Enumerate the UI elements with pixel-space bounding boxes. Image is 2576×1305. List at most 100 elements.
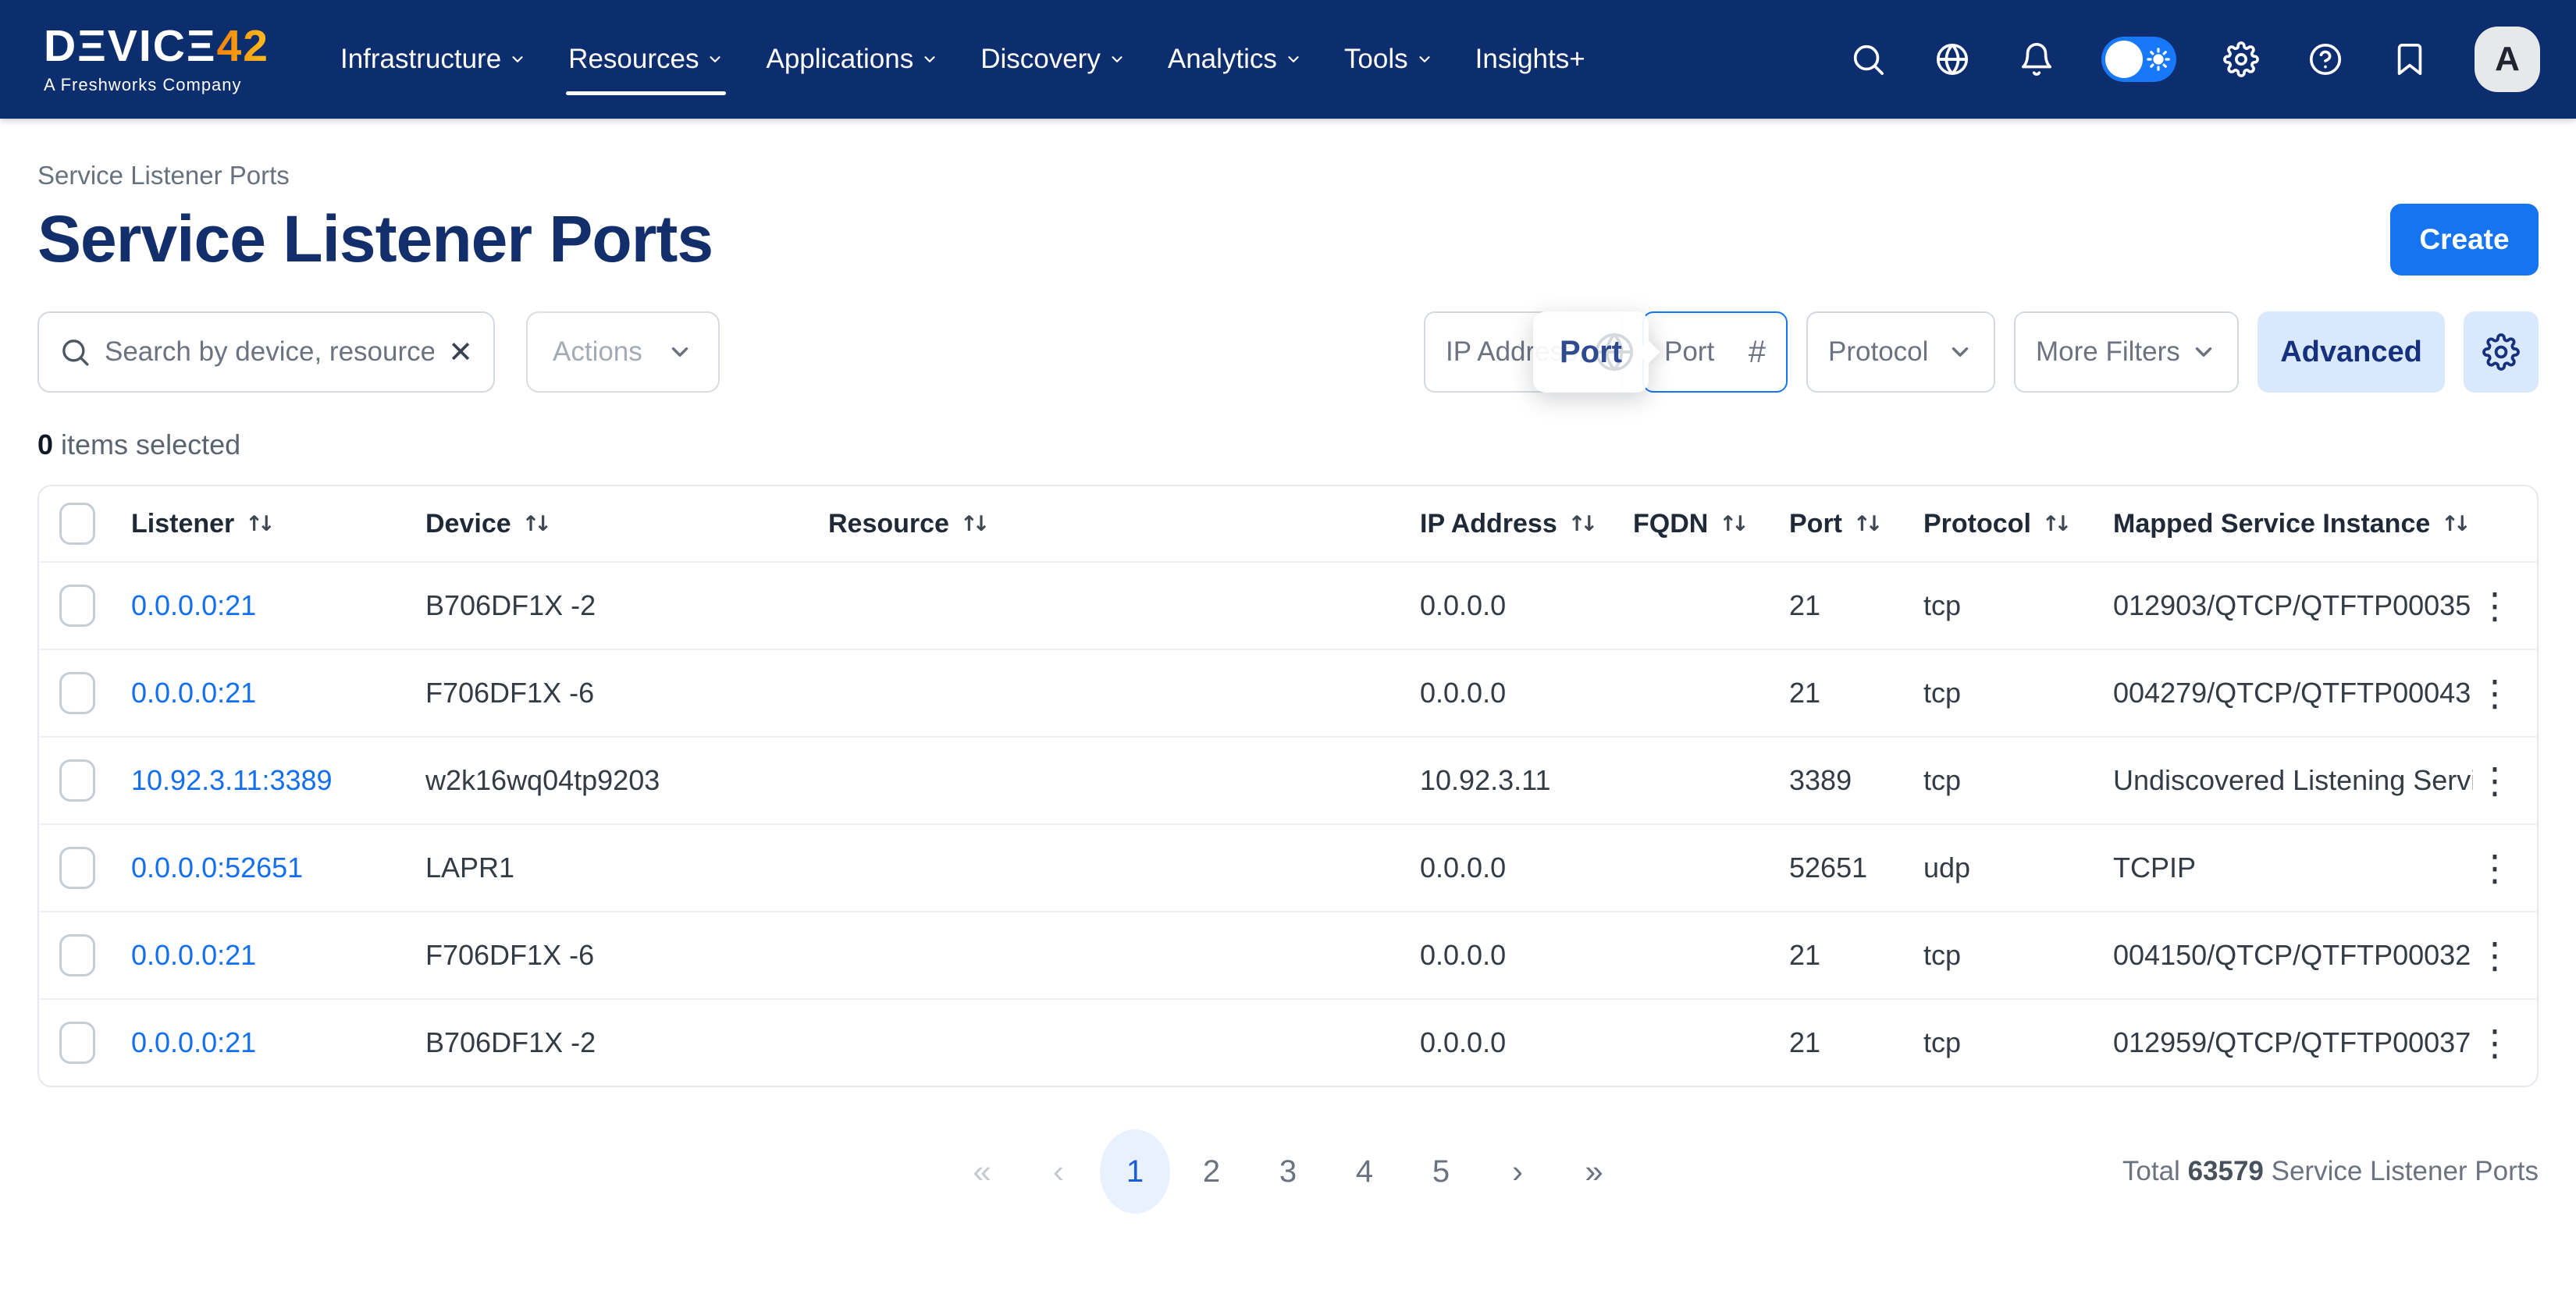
user-avatar[interactable]: A — [2475, 27, 2540, 92]
column-header-listener[interactable]: Listener↑↓ — [131, 509, 425, 539]
sort-icon: ↑↓ — [960, 512, 990, 536]
protocol-cell: tcp — [1923, 764, 2113, 797]
device42-logo[interactable]: DΞVICΞ42 A Freshworks Company — [44, 24, 269, 95]
table-settings-button[interactable] — [2464, 311, 2539, 393]
protocol-label: Protocol — [1828, 336, 1928, 368]
row-checkbox[interactable] — [59, 1022, 95, 1064]
protocol-dropdown[interactable]: Protocol — [1806, 311, 1995, 393]
pagination-page-5[interactable]: 5 — [1403, 1129, 1479, 1214]
row-menu-kebab-icon[interactable]: ⋮ — [2477, 763, 2513, 798]
protocol-cell: tcp — [1923, 677, 2113, 709]
menu-item-discovery[interactable]: Discovery — [959, 0, 1147, 119]
breadcrumb[interactable]: Service Listener Ports — [37, 161, 290, 190]
pagination-first-button[interactable]: « — [944, 1129, 1020, 1214]
more-filters-dropdown[interactable]: More Filters — [2014, 311, 2239, 393]
row-menu-kebab-icon[interactable]: ⋮ — [2477, 850, 2513, 886]
column-header-resource[interactable]: Resource↑↓ — [828, 509, 1420, 539]
menu-item-applications[interactable]: Applications — [745, 0, 959, 119]
clear-search-icon[interactable]: ✕ — [448, 335, 473, 369]
port-cell: 52651 — [1789, 852, 1923, 884]
listener-link[interactable]: 10.92.3.11:3389 — [131, 764, 425, 797]
mapped-service-instance-cell: 004279/QTCP/QTFTP00043 — [2113, 677, 2473, 709]
listener-ports-table: Listener↑↓ Device↑↓ Resource↑↓ IP Addres… — [37, 485, 2539, 1087]
row-menu-kebab-icon[interactable]: ⋮ — [2477, 675, 2513, 711]
row-checkbox[interactable] — [59, 759, 95, 802]
column-header-protocol[interactable]: Protocol↑↓ — [1923, 509, 2113, 539]
help-icon[interactable] — [2306, 40, 2345, 79]
advanced-button[interactable]: Advanced — [2258, 311, 2445, 393]
listener-link[interactable]: 0.0.0.0:21 — [131, 589, 425, 622]
chevron-down-icon — [667, 339, 693, 365]
column-label: Mapped Service Instance — [2113, 509, 2430, 539]
toolbar: ✕ Actions Port # Protocol More — [37, 311, 2539, 393]
ip-address-cell: 0.0.0.0 — [1420, 677, 1633, 709]
menu-item-label: Analytics — [1168, 44, 1277, 75]
actions-label: Actions — [553, 336, 642, 368]
column-header-mapped-service-instance[interactable]: Mapped Service Instance↑↓ — [2113, 509, 2473, 539]
menu-item-insights-plus[interactable]: Insights+ — [1454, 0, 1606, 119]
column-header-port[interactable]: Port↑↓ — [1789, 509, 1923, 539]
listener-link[interactable]: 0.0.0.0:21 — [131, 939, 425, 972]
pagination: « ‹ 1 2 3 4 5 › » — [944, 1129, 1632, 1214]
page-content: Service Listener Ports Service Listener … — [0, 161, 2576, 1214]
pagination-page-3[interactable]: 3 — [1250, 1129, 1326, 1214]
create-button[interactable]: Create — [2390, 204, 2539, 276]
column-header-device[interactable]: Device↑↓ — [425, 509, 828, 539]
pagination-page-2[interactable]: 2 — [1173, 1129, 1250, 1214]
row-menu-kebab-icon[interactable]: ⋮ — [2477, 588, 2513, 624]
menu-item-resources[interactable]: Resources — [547, 0, 745, 119]
row-menu-kebab-icon[interactable]: ⋮ — [2477, 937, 2513, 973]
title-row: Service Listener Ports Create — [37, 201, 2539, 277]
row-checkbox[interactable] — [59, 672, 95, 714]
notifications-bell-icon[interactable] — [2017, 40, 2056, 79]
column-label: Protocol — [1923, 509, 2031, 539]
menu-item-label: Resources — [568, 44, 699, 75]
row-checkbox[interactable] — [59, 934, 95, 976]
filter-bar: Port # Protocol More Filters Advanced — [1424, 311, 2539, 393]
menu-item-label: Insights+ — [1475, 44, 1585, 75]
chevron-down-icon — [1285, 51, 1302, 68]
chevron-down-icon — [2190, 339, 2217, 365]
main-menu: Infrastructure Resources Applications Di… — [319, 0, 1606, 119]
pagination-next-button[interactable]: › — [1479, 1129, 1556, 1214]
port-tooltip: Port — [1533, 311, 1649, 393]
row-menu-kebab-icon[interactable]: ⋮ — [2477, 1025, 2513, 1061]
table-row: 10.92.3.11:3389 w2k16wq04tp9203 10.92.3.… — [39, 736, 2537, 823]
more-filters-label: More Filters — [2036, 336, 2180, 368]
table-row: 0.0.0.0:52651 LAPR1 0.0.0.0 52651 udp TC… — [39, 823, 2537, 911]
listener-link[interactable]: 0.0.0.0:21 — [131, 1026, 425, 1059]
device-cell: F706DF1X -6 — [425, 939, 828, 972]
row-checkbox[interactable] — [59, 585, 95, 627]
settings-gear-icon[interactable] — [2222, 40, 2261, 79]
port-cell: 21 — [1789, 589, 1923, 622]
search-icon[interactable] — [1848, 40, 1888, 79]
pagination-last-button[interactable]: » — [1556, 1129, 1632, 1214]
chevron-down-icon — [921, 51, 938, 68]
search-input[interactable] — [105, 336, 434, 368]
pagination-prev-button[interactable]: ‹ — [1020, 1129, 1097, 1214]
select-all-checkbox[interactable] — [59, 503, 95, 545]
sun-icon — [2147, 48, 2170, 71]
globe-icon[interactable] — [1933, 40, 1972, 79]
menu-item-analytics[interactable]: Analytics — [1147, 0, 1323, 119]
theme-toggle[interactable] — [2101, 37, 2176, 82]
menu-item-tools[interactable]: Tools — [1323, 0, 1454, 119]
protocol-cell: tcp — [1923, 589, 2113, 622]
actions-dropdown[interactable]: Actions — [526, 311, 720, 393]
bookmark-icon[interactable] — [2390, 40, 2429, 79]
table-row: 0.0.0.0:21 B706DF1X -2 0.0.0.0 21 tcp 01… — [39, 998, 2537, 1086]
pagination-page-4[interactable]: 4 — [1326, 1129, 1403, 1214]
column-label: FQDN — [1633, 509, 1708, 539]
gear-icon — [2482, 333, 2520, 371]
listener-link[interactable]: 0.0.0.0:21 — [131, 677, 425, 709]
port-input[interactable] — [1664, 336, 1739, 368]
row-checkbox[interactable] — [59, 847, 95, 889]
column-header-ip-address[interactable]: IP Address↑↓ — [1420, 509, 1633, 539]
menu-item-infrastructure[interactable]: Infrastructure — [319, 0, 547, 119]
column-header-fqdn[interactable]: FQDN ↑↓ — [1633, 509, 1789, 539]
pagination-page-1[interactable]: 1 — [1100, 1129, 1170, 1214]
chevron-down-icon — [706, 51, 724, 68]
listener-link[interactable]: 0.0.0.0:52651 — [131, 852, 425, 884]
sort-icon: ↑↓ — [1719, 512, 1749, 536]
logo-wordmark: DΞVICΞ42 — [44, 24, 269, 69]
